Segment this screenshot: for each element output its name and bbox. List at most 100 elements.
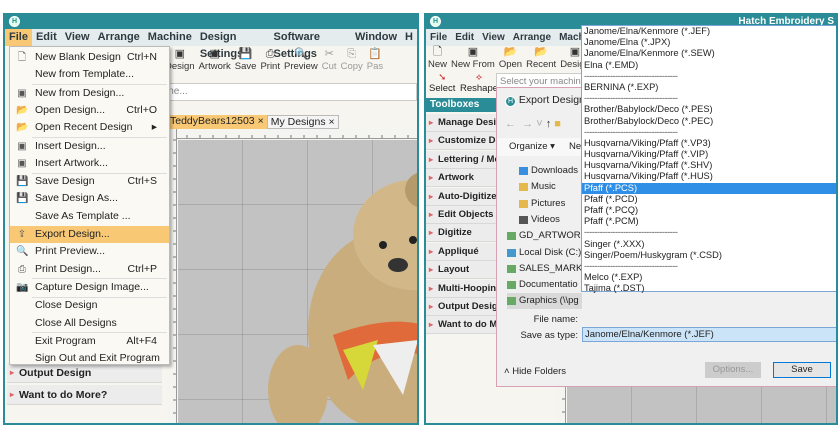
design-canvas[interactable] <box>178 140 417 423</box>
reshape-tool[interactable]: ⟡ Reshape <box>460 72 498 94</box>
file-type-option[interactable]: Pfaff (*.PCS) <box>582 182 836 194</box>
sidebar-item[interactable]: Auto-Digitize <box>426 187 496 206</box>
toolbar-cut-button[interactable]: ✂ Cut <box>320 48 339 73</box>
forward-icon[interactable]: → <box>522 118 533 130</box>
file-type-option[interactable]: Husqvarna/Viking/Pfaff (*.HUS) <box>582 171 836 182</box>
menu-machine[interactable]: Machine <box>144 29 196 46</box>
file-menu-item[interactable]: Close All Designs <box>10 315 169 332</box>
file-type-option[interactable]: Melco (*.EXP) <box>582 272 836 283</box>
file-type-option[interactable]: Tajima (*.DST) <box>582 283 836 294</box>
toolbar-print-button[interactable]: ⎙ Print <box>258 48 282 73</box>
file-type-option[interactable]: Janome/Elna (*.JPX) <box>582 37 836 48</box>
folder-nav-item[interactable]: Pictures <box>519 196 565 212</box>
file-type-option[interactable]: Husqvarna/Viking/Pfaff (*.SHV) <box>582 160 836 171</box>
toolbar-pas-button[interactable]: 📋 Pas <box>365 48 385 73</box>
file-menu-item[interactable]: 📂 Open Recent Design ▸ <box>10 119 169 136</box>
sidebar-item[interactable]: Lettering / Mon <box>426 150 496 169</box>
chevron-down-icon[interactable]: ˅ <box>536 118 542 130</box>
sidebar-item[interactable]: Want to do Mo <box>426 316 496 335</box>
menu-arrange[interactable]: Arrange <box>509 29 555 46</box>
folder-nav-item[interactable]: Documentatio <box>507 277 578 293</box>
file-type-option[interactable]: Pfaff (*.PCD) <box>582 194 836 205</box>
toolbar-copy-button[interactable]: ⎘ Copy <box>339 48 365 73</box>
file-type-option[interactable]: Pfaff (*.PCM) <box>582 216 836 227</box>
folder-nav-item[interactable]: SALES_MARKE <box>507 261 589 277</box>
select-tool[interactable]: ➘ Select <box>429 72 455 94</box>
menu-software-settings[interactable]: Software Settings <box>270 29 351 60</box>
menu-edit[interactable]: Edit <box>32 29 61 46</box>
toolbar-artwork-button[interactable]: ▣ Artwork <box>197 48 233 73</box>
menu-view[interactable]: View <box>478 29 509 46</box>
new-folder-button[interactable]: Ne <box>569 138 581 156</box>
tab-teddybears[interactable]: TeddyBears12503 × <box>167 115 267 129</box>
sidebar-item[interactable]: Digitize <box>426 224 496 243</box>
file-menu-item[interactable]: Close Design <box>10 297 169 314</box>
file-menu-item[interactable]: 📷 Capture Design Image... <box>10 279 169 296</box>
close-icon[interactable]: × <box>329 116 335 128</box>
file-menu-item[interactable]: 💾 Save Design Ctrl+S <box>10 173 169 190</box>
sidebar-item-want-more[interactable]: Want to do More? <box>7 385 162 405</box>
sidebar-item[interactable]: Appliqué <box>426 242 496 261</box>
sidebar-item[interactable]: Customize Desi <box>426 132 496 151</box>
file-menu-item[interactable]: Exit Program Alt+F4 <box>10 333 169 350</box>
file-type-option[interactable]: Elna (*.EMD) <box>582 60 836 71</box>
file-menu-item[interactable]: 💾 Save Design As... <box>10 190 169 207</box>
sidebar-item[interactable]: Output Design <box>426 298 496 316</box>
file-type-option[interactable]: Janome/Elna/Kenmore (*.JEF) <box>582 26 836 37</box>
file-menu-item[interactable]: 📂 Open Design... Ctrl+O <box>10 102 169 119</box>
menu-file[interactable]: File <box>5 29 32 46</box>
file-menu-item[interactable]: ⎙ Print Design... Ctrl+P <box>10 261 169 278</box>
sidebar-item[interactable]: Manage Design <box>426 114 496 132</box>
sidebar-item[interactable]: Edit Objects <box>426 206 496 224</box>
file-menu-item[interactable]: ▣ New from Design... <box>10 85 169 102</box>
menu-edit[interactable]: Edit <box>451 29 478 46</box>
sidebar-item[interactable]: Multi-Hooping <box>426 279 496 298</box>
folder-nav-item[interactable]: Downloads <box>519 163 578 179</box>
toolbar-save-button[interactable]: 💾 Save <box>233 48 259 73</box>
file-type-option[interactable]: Brother/Babylock/Deco (*.PEC) <box>582 116 836 127</box>
toolbar-preview-button[interactable]: 🔍 Preview <box>282 48 320 73</box>
machine-select[interactable]: ine... <box>155 83 417 101</box>
file-type-option[interactable]: Janome/Elna/Kenmore (*.SEW) <box>582 48 836 59</box>
save-button[interactable]: Save <box>773 362 831 378</box>
back-icon[interactable]: ← <box>505 118 516 130</box>
folder-nav-item[interactable]: GD_ARTWORK <box>507 228 587 244</box>
toolbar-recent-button[interactable]: 📂 Recent <box>524 46 558 71</box>
save-as-type-select[interactable]: Janome/Elna/Kenmore (*.JEF) <box>582 327 836 342</box>
file-menu-item[interactable]: Sign Out and Exit Program <box>10 350 169 367</box>
hide-folders-button[interactable]: ˄ Hide Folders <box>504 366 566 377</box>
file-menu-item[interactable]: ▣ Insert Artwork... <box>10 155 169 172</box>
file-menu-item[interactable]: New from Template... <box>10 66 169 83</box>
options-button[interactable]: Options... <box>705 362 761 378</box>
menu-file[interactable]: File <box>426 29 451 46</box>
file-menu-item[interactable]: ⇪ Export Design... <box>10 226 169 243</box>
file-type-option[interactable]: BERNINA (*.EXP) <box>582 82 836 93</box>
folder-nav-item[interactable]: Videos <box>519 212 560 228</box>
tab-my-designs[interactable]: My Designs × <box>266 115 339 129</box>
design-canvas[interactable] <box>567 387 836 423</box>
up-icon[interactable]: ↑ <box>546 118 552 130</box>
file-menu-item[interactable]: Save As Template ... <box>10 208 169 225</box>
menu-design-settings[interactable]: Design Settings <box>196 29 270 60</box>
file-type-option[interactable]: Brother/Babylock/Deco (*.PES) <box>582 104 836 115</box>
menu-h[interactable]: H <box>401 29 417 46</box>
folder-nav-item[interactable]: Graphics (\\pg <box>507 293 582 310</box>
folder-nav-item[interactable]: Music <box>519 179 556 195</box>
file-menu-item[interactable]: 🔍 Print Preview... <box>10 243 169 260</box>
file-type-option[interactable]: Singer (*.XXX) <box>582 239 836 250</box>
toolbar-open-button[interactable]: 📂 Open <box>497 46 524 71</box>
file-type-option[interactable]: Pfaff (*.PCQ) <box>582 205 836 216</box>
file-type-option[interactable]: Husqvarna/Viking/Pfaff (*.VIP) <box>582 149 836 160</box>
file-type-option[interactable]: Husqvarna/Viking/Pfaff (*.VP3) <box>582 138 836 149</box>
file-menu-item[interactable]: 🗋 New Blank Design Ctrl+N <box>10 49 169 66</box>
sidebar-item[interactable]: Layout <box>426 261 496 280</box>
menu-arrange[interactable]: Arrange <box>94 29 144 46</box>
file-menu-item[interactable]: ▣ Insert Design... <box>10 138 169 155</box>
menu-window[interactable]: Window <box>351 29 401 46</box>
toolbar-new-from-button[interactable]: ▣ New From <box>449 46 497 71</box>
sidebar-item[interactable]: Artwork <box>426 169 496 188</box>
file-type-option[interactable]: Singer/Poem/Huskygram (*.CSD) <box>582 250 836 261</box>
close-icon[interactable]: × <box>258 115 264 127</box>
toolbar-new-button[interactable]: 🗋 New <box>426 46 449 71</box>
menu-view[interactable]: View <box>61 29 94 46</box>
